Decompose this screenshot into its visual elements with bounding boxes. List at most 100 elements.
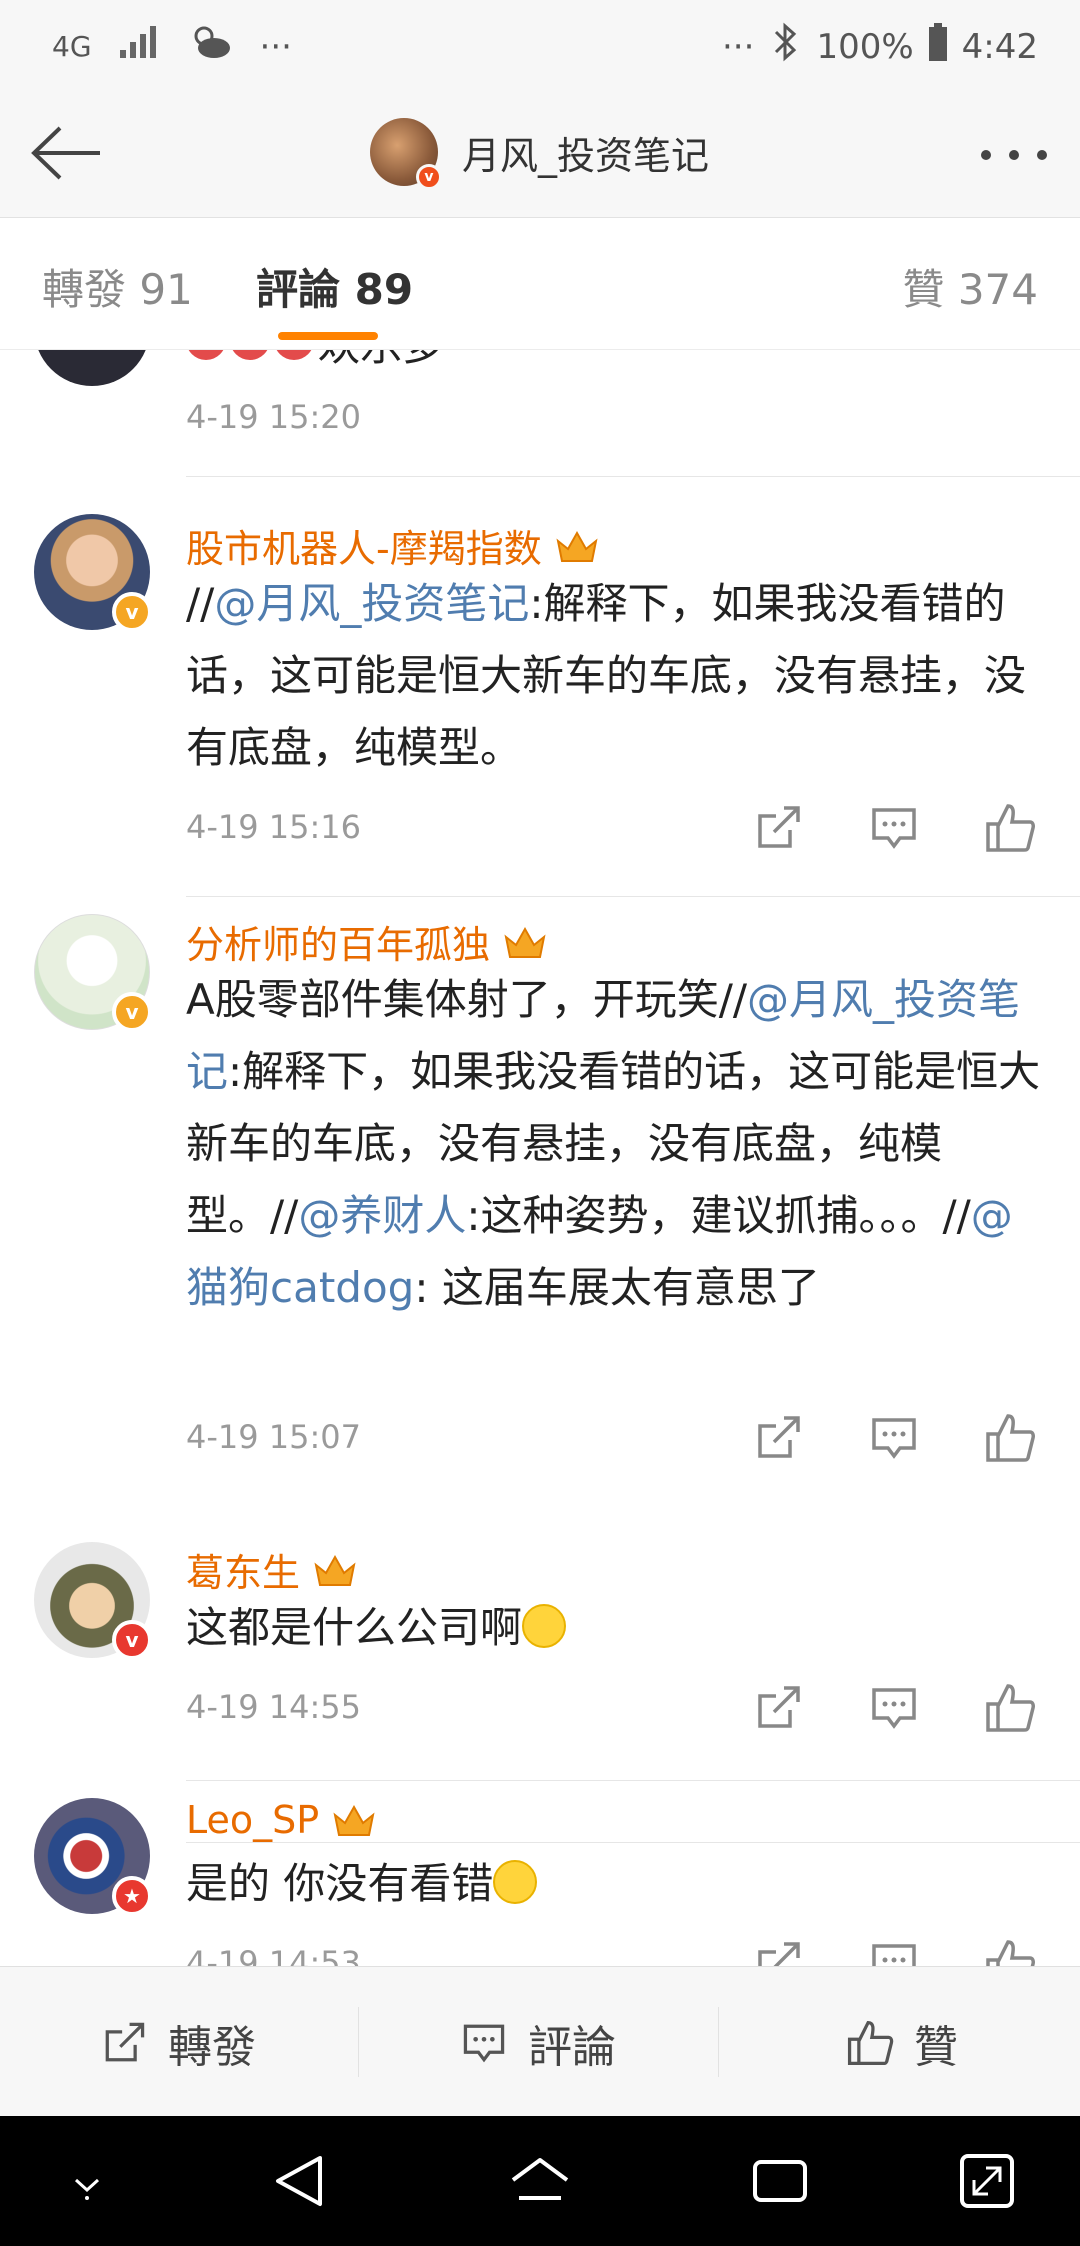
back-button[interactable]: [26, 118, 106, 188]
comment-icon: [872, 1944, 916, 1966]
verified-icon: v: [112, 1620, 152, 1660]
comment-text: //@月风_投资笔记:解释下，如果我没看错的话，这可能是恒大新车的车底，没有悬挂…: [186, 579, 1027, 772]
avatar[interactable]: v: [34, 1542, 152, 1660]
nav-profile[interactable]: v 月风_投资笔记: [370, 118, 710, 190]
avatar[interactable]: [34, 350, 150, 386]
comment-icon: [872, 1688, 916, 1729]
home-icon: [511, 2158, 569, 2200]
verified-icon: v: [112, 992, 152, 1032]
comment-list[interactable]: 欢乐多 4-19 15:20 v 股市机器人-摩羯指数 //@月风_投资笔记:解…: [0, 350, 1080, 1966]
repost-button[interactable]: 轉發: [98, 2011, 256, 2075]
share-button[interactable]: [750, 800, 806, 856]
divider: [186, 476, 1080, 477]
chevron-down-icon: [74, 2178, 100, 2200]
network-indicator: 4G: [52, 30, 92, 63]
verified-icon: ★: [112, 1876, 152, 1916]
tab-active-indicator: [278, 332, 378, 340]
reply-button[interactable]: [866, 1936, 922, 1966]
avatar[interactable]: v: [34, 914, 152, 1032]
tab-repost[interactable]: 轉發 91: [42, 256, 193, 317]
comment-text: 这都是什么公司啊: [186, 1603, 523, 1652]
status-more-right: ···: [722, 26, 755, 67]
comment-actions: [750, 1936, 1050, 1966]
nav-bar: v 月风_投资笔记: [0, 90, 1080, 218]
comment-username: 分析师的百年孤独: [186, 923, 491, 967]
nav-avatar: v: [370, 118, 442, 190]
comment-icon: [872, 1418, 916, 1459]
mention-link[interactable]: @月风_投资笔记: [214, 579, 529, 628]
nav-title: 月风_投资笔记: [462, 133, 710, 178]
comment-username: Leo_SP: [186, 1798, 320, 1842]
expand-button[interactable]: [952, 2146, 1022, 2216]
reply-button[interactable]: [866, 800, 922, 856]
comment-time: 4-19 14:55: [186, 1688, 362, 1726]
separator: [718, 2007, 719, 2077]
status-bar: 4G ··· ··· 100% 4:42: [0, 0, 1080, 90]
reply-button[interactable]: [866, 1680, 922, 1736]
more-dots-icon: [981, 150, 1047, 160]
tab-bar: 轉發 91 評論 89 贊 374: [0, 218, 1080, 350]
comment-icon: [463, 2024, 505, 2063]
verified-icon: v: [416, 164, 442, 190]
comment-username: 葛东生: [186, 1551, 301, 1595]
share-button[interactable]: [750, 1410, 806, 1466]
comment-time: 4-19 15:07: [186, 1418, 362, 1456]
comment-actions: [750, 800, 1050, 856]
comment-text: A股零部件集体射了，开玩笑//@月风_投资笔记:解释下，如果我没看错的话，这可能…: [186, 975, 1041, 1312]
share-button[interactable]: [750, 1680, 806, 1736]
recents-icon: [753, 2160, 807, 2202]
tab-likes[interactable]: 贊 374: [902, 256, 1038, 317]
red-emoji-icon: [230, 350, 270, 360]
home-button[interactable]: [505, 2146, 575, 2216]
comment-time: 4-19 15:16: [186, 808, 362, 846]
back-triangle-icon: [276, 2156, 322, 2206]
thumbs-up-icon: [986, 1940, 1035, 1966]
divider: [186, 896, 1080, 897]
comment-time: 4-19 15:20: [186, 398, 362, 436]
red-emoji-icon: [186, 350, 226, 360]
repost-label: 轉發: [168, 2022, 256, 2073]
verified-icon: v: [112, 592, 152, 632]
share-icon: [758, 1942, 800, 1966]
crown-icon: [333, 1804, 375, 1836]
comment-username: 股市机器人-摩羯指数: [186, 527, 542, 571]
like-button[interactable]: [982, 1936, 1038, 1966]
thumbs-up-icon: [986, 804, 1035, 852]
battery-percent: 100%: [816, 26, 914, 67]
back-arrow-icon: [31, 126, 100, 180]
comment-icon: [872, 808, 916, 849]
share-button[interactable]: [750, 1936, 806, 1966]
thumbs-up-icon: [986, 1414, 1035, 1462]
hide-keyboard-button[interactable]: [52, 2146, 122, 2216]
comment-text: 欢乐多: [318, 350, 444, 370]
clock: 4:42: [961, 26, 1038, 67]
crown-icon: [556, 530, 598, 562]
like-button[interactable]: [982, 800, 1038, 856]
reply-button[interactable]: [866, 1410, 922, 1466]
mention-link[interactable]: @养财人: [298, 1191, 466, 1240]
thumbs-up-icon: [986, 1684, 1035, 1732]
bluetooth-icon: [768, 22, 802, 71]
weather-icon: [188, 22, 234, 71]
avatar[interactable]: v: [34, 514, 152, 632]
comment-label: 評論: [528, 2022, 616, 2073]
like-button[interactable]: 贊: [844, 2011, 958, 2075]
repost-icon: [105, 2022, 145, 2062]
bottom-action-bar: 轉發 評論 贊: [0, 1966, 1080, 2116]
share-icon: [758, 1416, 800, 1458]
like-button[interactable]: [982, 1680, 1038, 1736]
tab-comments[interactable]: 評論 89: [256, 256, 413, 317]
more-button[interactable]: [974, 130, 1054, 180]
avatar[interactable]: ★: [34, 1798, 152, 1916]
recents-button[interactable]: [745, 2146, 815, 2216]
thumbs-up-icon: [847, 2020, 894, 2066]
battery-icon: [928, 23, 948, 70]
comment-actions: [750, 1680, 1050, 1736]
crown-icon: [504, 926, 546, 958]
back-nav-button[interactable]: [264, 2146, 334, 2216]
red-emoji-icon: [274, 350, 314, 360]
status-more: ···: [259, 26, 292, 67]
comment-button[interactable]: 評論: [458, 2011, 616, 2075]
crown-icon: [314, 1554, 356, 1586]
like-button[interactable]: [982, 1410, 1038, 1466]
